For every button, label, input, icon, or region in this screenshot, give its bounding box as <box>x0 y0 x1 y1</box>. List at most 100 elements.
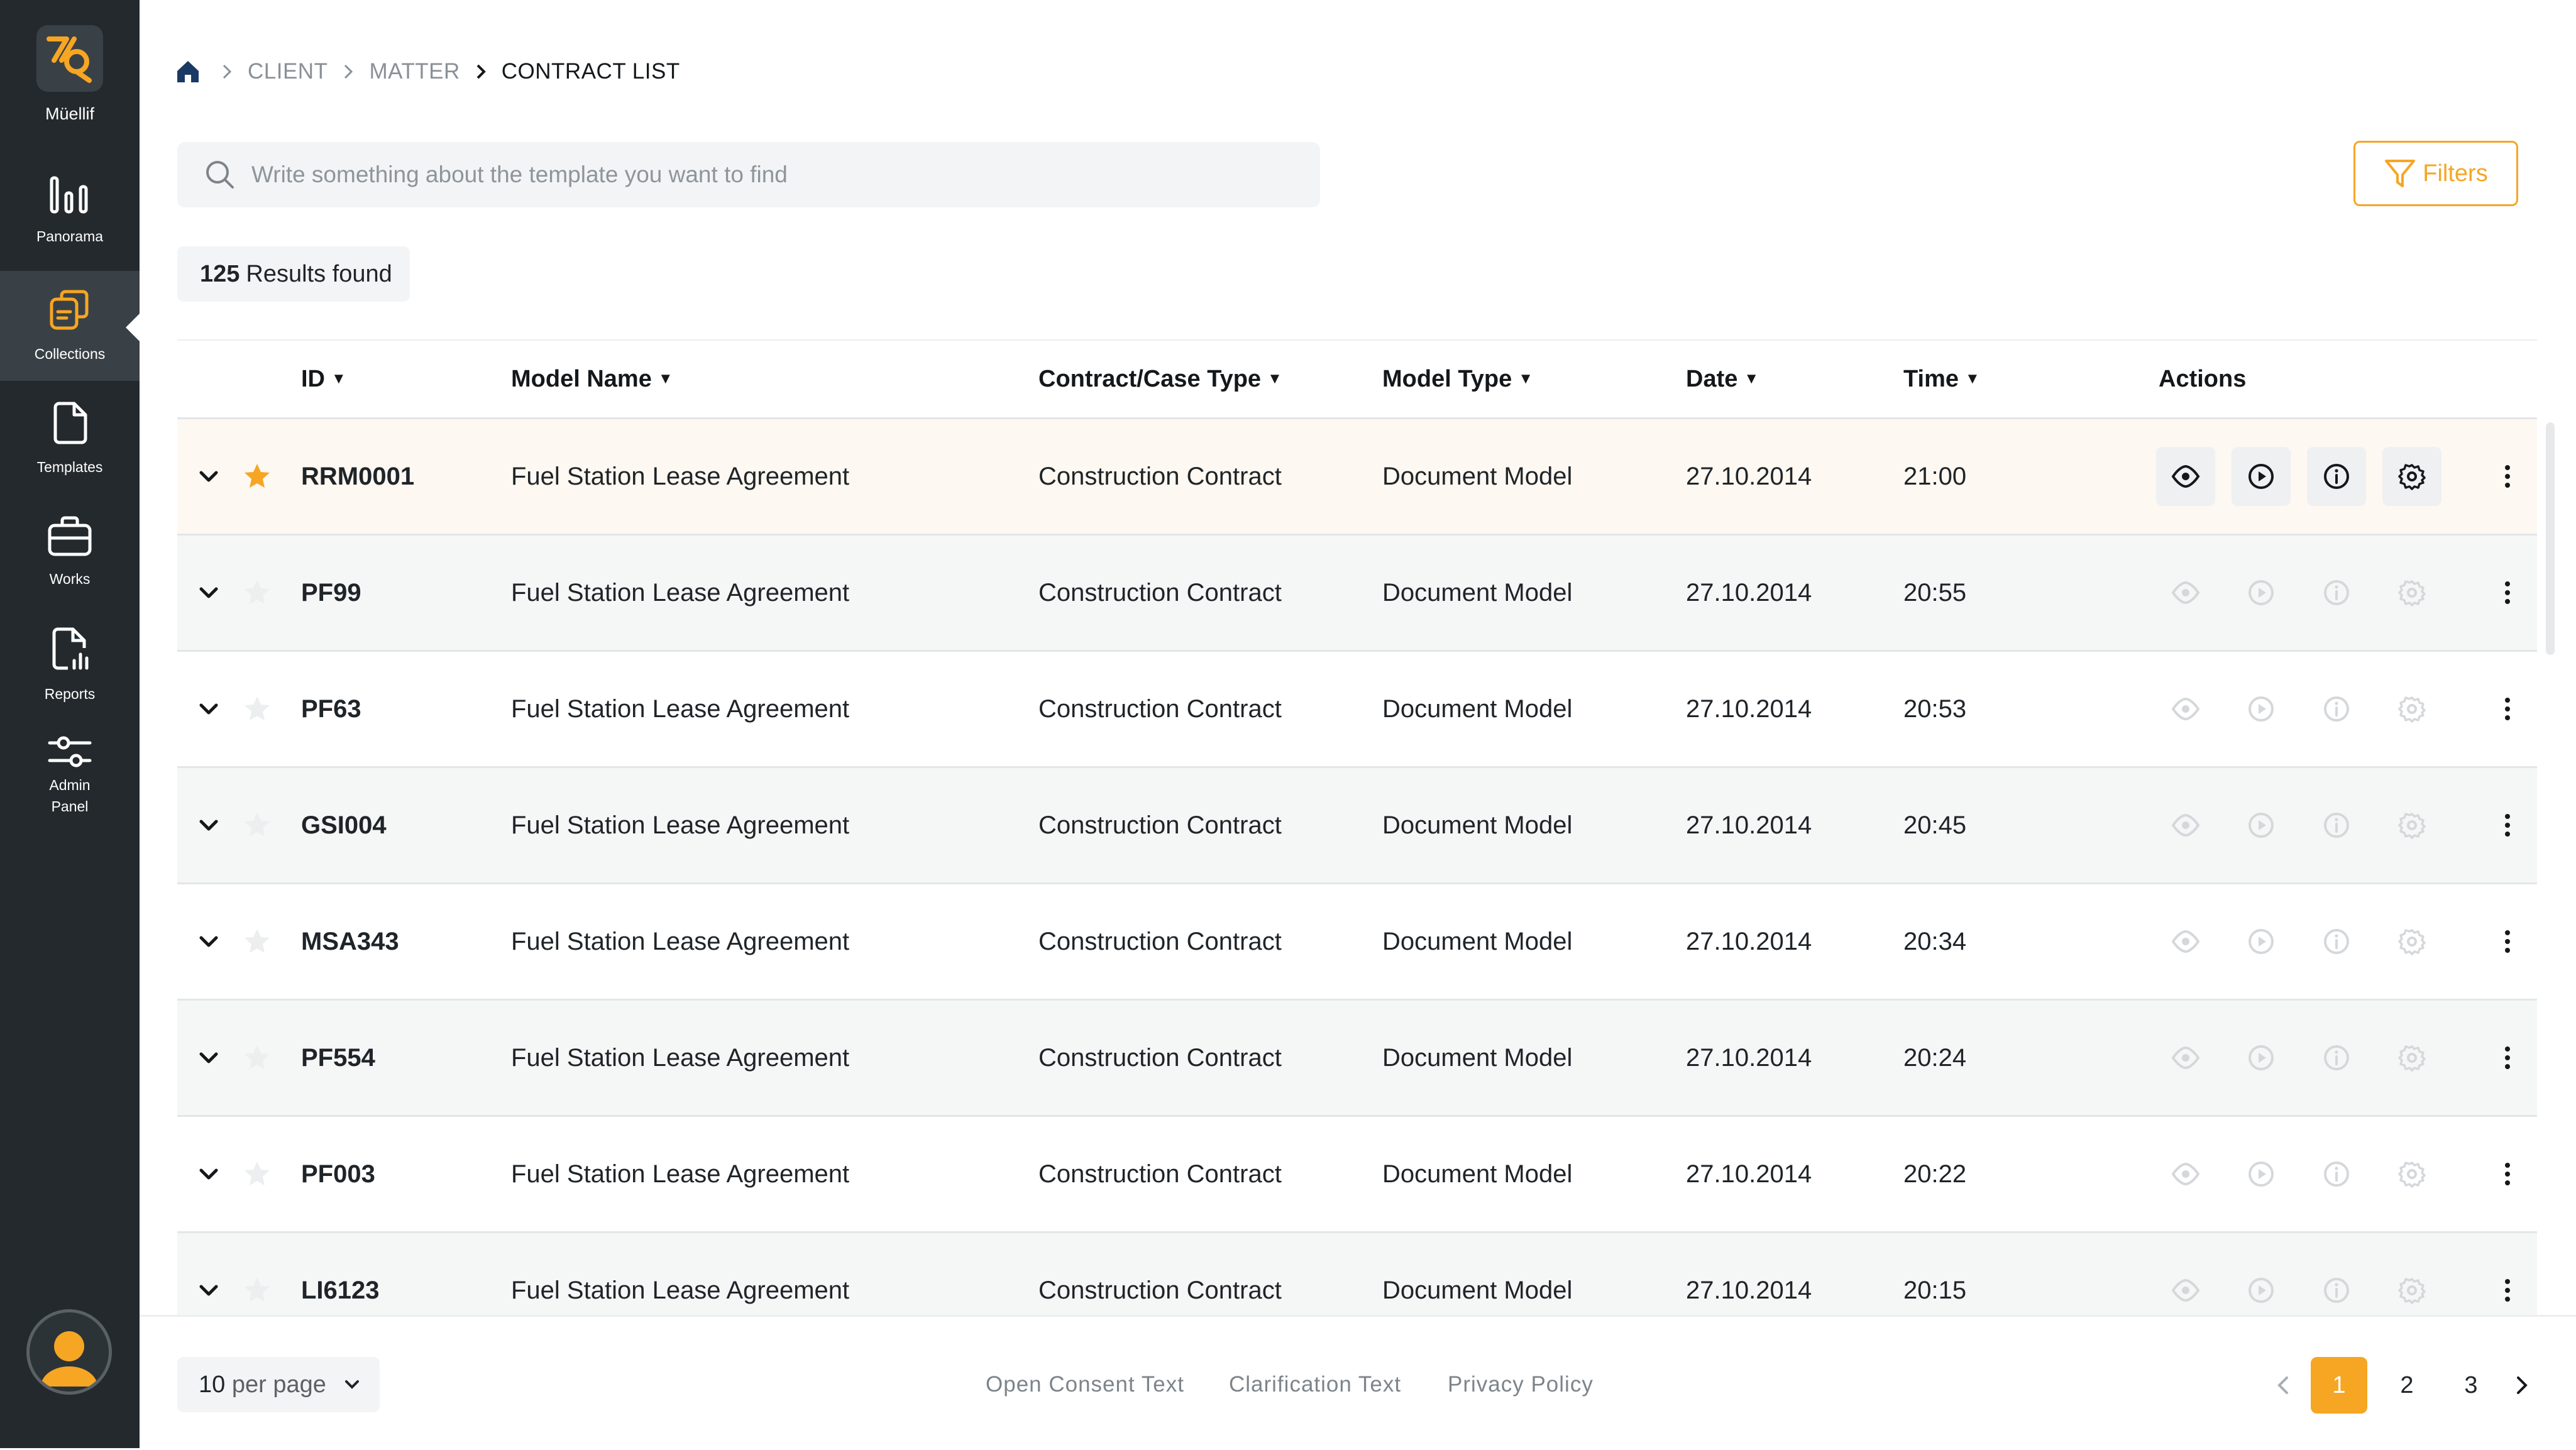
settings-button[interactable] <box>2382 1145 2441 1204</box>
page-button-2[interactable]: 2 <box>2379 1357 2435 1414</box>
view-button[interactable] <box>2156 796 2215 855</box>
column-header-model-name[interactable]: Model Name ▼ <box>511 341 673 417</box>
run-button[interactable] <box>2232 796 2291 855</box>
info-button[interactable] <box>2307 1145 2366 1204</box>
favorite-star-icon[interactable] <box>243 536 272 650</box>
info-button[interactable] <box>2307 1028 2366 1087</box>
favorite-star-icon[interactable] <box>243 1001 272 1115</box>
more-options-button[interactable] <box>2478 796 2537 855</box>
sidebar-item-admin-panel[interactable]: Admin Panel <box>0 712 140 838</box>
view-button[interactable] <box>2156 912 2215 971</box>
favorite-star-icon[interactable] <box>243 768 272 882</box>
scrollbar[interactable] <box>2546 422 2555 655</box>
settings-button[interactable] <box>2382 563 2441 622</box>
cell-id[interactable]: PF63 <box>301 652 361 766</box>
expand-row-button[interactable] <box>196 768 221 882</box>
cell-id[interactable]: GSI004 <box>301 768 387 882</box>
favorite-star-icon[interactable] <box>243 419 272 534</box>
page-button-1[interactable]: 1 <box>2311 1357 2367 1414</box>
search-bar[interactable]: Write something about the template you w… <box>177 142 1320 207</box>
more-options-button[interactable] <box>2478 912 2537 971</box>
sidebar-item-templates[interactable]: Templates <box>0 384 140 494</box>
more-options-button[interactable] <box>2478 447 2537 506</box>
column-header-id[interactable]: ID ▼ <box>301 341 346 417</box>
search-input[interactable]: Write something about the template you w… <box>251 162 788 188</box>
breadcrumb-matter[interactable]: MATTER <box>369 59 460 84</box>
sidebar-item-collections[interactable]: Collections <box>0 271 140 381</box>
link-privacy-policy[interactable]: Privacy Policy <box>1448 1357 1593 1412</box>
settings-button[interactable] <box>2382 447 2441 506</box>
cell-id[interactable]: PF554 <box>301 1001 375 1115</box>
link-open-consent[interactable]: Open Consent Text <box>986 1357 1184 1412</box>
view-button[interactable] <box>2156 1261 2215 1320</box>
column-header-date[interactable]: Date ▼ <box>1686 341 1759 417</box>
more-options-button[interactable] <box>2478 1145 2537 1204</box>
view-button[interactable] <box>2156 679 2215 739</box>
avatar[interactable] <box>26 1309 112 1395</box>
favorite-star-icon[interactable] <box>243 652 272 766</box>
view-button[interactable] <box>2156 1028 2215 1087</box>
cell-id[interactable]: PF003 <box>301 1117 375 1231</box>
column-header-contract-type[interactable]: Contract/Case Type ▼ <box>1038 341 1282 417</box>
column-header-time[interactable]: Time ▼ <box>1903 341 1980 417</box>
sidebar-item-panorama[interactable]: Panorama <box>0 156 140 266</box>
expand-row-button[interactable] <box>196 1001 221 1115</box>
expand-row-button[interactable] <box>196 419 221 534</box>
app-logo[interactable] <box>36 25 103 92</box>
more-options-button[interactable] <box>2478 563 2537 622</box>
view-button[interactable] <box>2156 563 2215 622</box>
run-button[interactable] <box>2232 1261 2291 1320</box>
table-row[interactable]: RRM0001 Fuel Station Lease Agreement Const… <box>177 419 2537 536</box>
more-options-button[interactable] <box>2478 1261 2537 1320</box>
info-button[interactable] <box>2307 679 2366 739</box>
sidebar-item-reports[interactable]: Reports <box>0 610 140 720</box>
expand-row-button[interactable] <box>196 652 221 766</box>
settings-button[interactable] <box>2382 1028 2441 1087</box>
table-row[interactable]: PF63 Fuel Station Lease Agreement Construc… <box>177 652 2537 768</box>
per-page-select[interactable]: 10 per page <box>177 1357 380 1412</box>
home-icon[interactable] <box>175 58 201 85</box>
expand-row-button[interactable] <box>196 536 221 650</box>
more-options-button[interactable] <box>2478 679 2537 739</box>
info-icon <box>2324 813 2349 838</box>
run-button[interactable] <box>2232 1145 2291 1204</box>
filters-button[interactable]: Filters <box>2353 141 2518 206</box>
info-button[interactable] <box>2307 796 2366 855</box>
run-button[interactable] <box>2232 447 2291 506</box>
table-row[interactable]: PF003 Fuel Station Lease Agreement Constru… <box>177 1117 2537 1233</box>
page-button-3[interactable]: 3 <box>2443 1357 2499 1414</box>
prev-page-button[interactable] <box>2255 1357 2312 1414</box>
run-button[interactable] <box>2232 1028 2291 1087</box>
expand-row-button[interactable] <box>196 1117 221 1231</box>
column-header-model-type[interactable]: Model Type ▼ <box>1382 341 1533 417</box>
cell-id[interactable]: MSA343 <box>301 884 399 999</box>
settings-button[interactable] <box>2382 796 2441 855</box>
table-row[interactable]: GSI004 Fuel Station Lease Agreement Constr… <box>177 768 2537 884</box>
settings-button[interactable] <box>2382 912 2441 971</box>
expand-row-button[interactable] <box>196 884 221 999</box>
cell-id[interactable]: RRM0001 <box>301 419 414 534</box>
next-page-button[interactable] <box>2493 1357 2550 1414</box>
table-row[interactable]: PF99 Fuel Station Lease Agreement Construc… <box>177 536 2537 652</box>
favorite-star-icon[interactable] <box>243 884 272 999</box>
cell-id[interactable]: PF99 <box>301 536 361 650</box>
run-button[interactable] <box>2232 679 2291 739</box>
table-row[interactable]: MSA343 Fuel Station Lease Agreement Constr… <box>177 884 2537 1001</box>
link-clarification[interactable]: Clarification Text <box>1229 1357 1401 1412</box>
run-button[interactable] <box>2232 563 2291 622</box>
info-button[interactable] <box>2307 447 2366 506</box>
settings-button[interactable] <box>2382 1261 2441 1320</box>
info-button[interactable] <box>2307 1261 2366 1320</box>
info-button[interactable] <box>2307 912 2366 971</box>
run-button[interactable] <box>2232 912 2291 971</box>
settings-button[interactable] <box>2382 679 2441 739</box>
favorite-star-icon[interactable] <box>243 1117 272 1231</box>
view-button[interactable] <box>2156 1145 2215 1204</box>
more-options-button[interactable] <box>2478 1028 2537 1087</box>
view-button[interactable] <box>2156 447 2215 506</box>
info-button[interactable] <box>2307 563 2366 622</box>
sidebar-item-works[interactable]: Works <box>0 497 140 607</box>
breadcrumb-client[interactable]: CLIENT <box>248 59 328 84</box>
table-row[interactable]: PF554 Fuel Station Lease Agreement Constru… <box>177 1001 2537 1117</box>
info-icon <box>2324 580 2349 605</box>
